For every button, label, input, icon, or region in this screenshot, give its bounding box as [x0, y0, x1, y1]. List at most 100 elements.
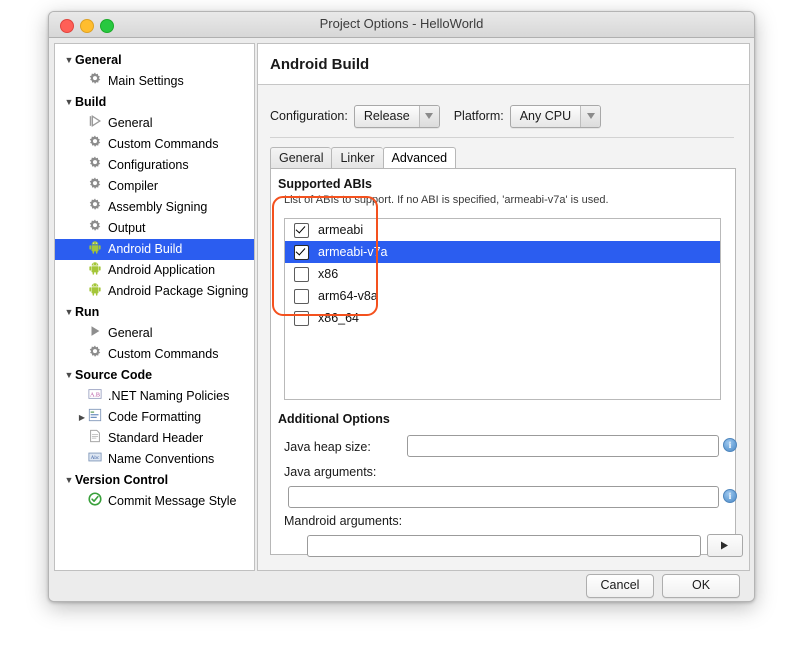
- cancel-button[interactable]: Cancel: [586, 574, 654, 598]
- sidebar-item-android-build[interactable]: Android Build: [55, 239, 254, 260]
- chevron-down-icon[interactable]: ▼: [63, 50, 75, 71]
- abi-list-item[interactable]: x86: [285, 263, 720, 285]
- sidebar-item-general[interactable]: General: [55, 113, 254, 134]
- chevron-down-icon[interactable]: ▼: [63, 302, 75, 323]
- abi-label: arm64-v8a: [318, 285, 378, 307]
- gear-icon: [88, 198, 104, 214]
- configuration-value: Release: [355, 106, 419, 127]
- supported-abis-title: Supported ABIs: [271, 169, 735, 191]
- configuration-row: Configuration: Release Platform: Any CPU: [270, 105, 615, 127]
- abi-label: x86_64: [318, 307, 359, 329]
- sidebar-item-assembly-signing[interactable]: Assembly Signing: [55, 197, 254, 218]
- chevron-right-icon[interactable]: ▶: [76, 407, 88, 428]
- sidebar-item-name-conventions[interactable]: AbcName Conventions: [55, 449, 254, 470]
- configuration-label: Configuration:: [270, 109, 348, 123]
- supported-abis-description: List of ABIs to support. If no ABI is sp…: [271, 191, 735, 206]
- sidebar-item-source-code[interactable]: ▼Source Code: [55, 365, 254, 386]
- advanced-tab-panel: Supported ABIs List of ABIs to support. …: [270, 168, 736, 555]
- screenshot-root: Project Options - HelloWorld ▼GeneralMai…: [0, 0, 800, 667]
- run-general-icon: [88, 114, 104, 130]
- project-options-window: Project Options - HelloWorld ▼GeneralMai…: [48, 11, 755, 602]
- sidebar-item-build[interactable]: ▼Build: [55, 92, 254, 113]
- configuration-dropdown[interactable]: Release: [354, 105, 440, 128]
- abi-checkbox[interactable]: [294, 245, 309, 260]
- platform-dropdown[interactable]: Any CPU: [510, 105, 601, 128]
- code-format-icon: [88, 408, 104, 424]
- gear-icon: [88, 72, 104, 88]
- chevron-down-icon[interactable]: ▼: [63, 92, 75, 113]
- java-arguments-input[interactable]: [288, 486, 719, 508]
- sidebar-item-version-control[interactable]: ▼Version Control: [55, 470, 254, 491]
- abi-checkbox[interactable]: [294, 223, 309, 238]
- window-titlebar[interactable]: Project Options - HelloWorld: [49, 12, 754, 38]
- sidebar-item-android-package-signing[interactable]: Android Package Signing: [55, 281, 254, 302]
- sidebar-item-configurations[interactable]: Configurations: [55, 155, 254, 176]
- settings-sidebar[interactable]: ▼GeneralMain Settings▼BuildGeneralCustom…: [54, 43, 255, 571]
- pane-header: Android Build: [258, 44, 749, 85]
- java-heap-size-label: Java heap size:: [284, 440, 371, 454]
- abi-checkbox[interactable]: [294, 267, 309, 282]
- sidebar-item-label: Version Control: [75, 473, 168, 487]
- android-icon: [88, 282, 104, 298]
- platform-value: Any CPU: [511, 106, 580, 127]
- sidebar-item-commit-message-style[interactable]: Commit Message Style: [55, 491, 254, 512]
- sidebar-item-label: Output: [108, 221, 146, 235]
- info-icon[interactable]: i: [723, 438, 737, 452]
- sidebar-item-general[interactable]: ▼General: [55, 50, 254, 71]
- mandroid-arguments-input[interactable]: [307, 535, 701, 557]
- abi-checkbox[interactable]: [294, 311, 309, 326]
- tab-general[interactable]: General: [270, 147, 331, 169]
- sidebar-item-label: Main Settings: [108, 74, 184, 88]
- gear-icon: [88, 156, 104, 172]
- svg-text:Abc: Abc: [91, 455, 100, 461]
- sidebar-item-custom-commands[interactable]: Custom Commands: [55, 344, 254, 365]
- chevron-down-icon: [580, 106, 600, 127]
- abi-label: x86: [318, 263, 338, 285]
- sidebar-item-label: Configurations: [108, 158, 189, 172]
- chevron-down-icon[interactable]: ▼: [63, 470, 75, 491]
- sidebar-item-label: Android Package Signing: [108, 284, 248, 298]
- window-body: ▼GeneralMain Settings▼BuildGeneralCustom…: [49, 38, 754, 601]
- sidebar-item-label: Run: [75, 305, 99, 319]
- gear-icon: [88, 219, 104, 235]
- sidebar-item-label: Android Application: [108, 263, 215, 277]
- abi-list-item[interactable]: armeabi: [285, 219, 720, 241]
- java-arguments-label: Java arguments:: [284, 465, 376, 479]
- info-icon[interactable]: i: [723, 489, 737, 503]
- java-heap-size-input[interactable]: [407, 435, 719, 457]
- sidebar-item-label: Standard Header: [108, 431, 203, 445]
- sidebar-item-general[interactable]: General: [55, 323, 254, 344]
- sidebar-item-compiler[interactable]: Compiler: [55, 176, 254, 197]
- sidebar-item-main-settings[interactable]: Main Settings: [55, 71, 254, 92]
- supported-abis-list[interactable]: armeabiarmeabi-v7ax86arm64-v8ax86_64: [284, 218, 721, 400]
- window-title: Project Options - HelloWorld: [49, 16, 754, 31]
- sidebar-item-code-formatting[interactable]: ▶ Code Formatting: [55, 407, 254, 428]
- sidebar-item-label: General: [75, 53, 122, 67]
- chevron-down-icon[interactable]: ▼: [63, 365, 75, 386]
- abi-list-item[interactable]: armeabi-v7a: [285, 241, 720, 263]
- sidebar-item-label: Android Build: [108, 242, 182, 256]
- tab-linker[interactable]: Linker: [331, 147, 382, 169]
- tab-advanced[interactable]: Advanced: [383, 147, 457, 169]
- mandroid-arguments-expand-button[interactable]: [707, 534, 743, 557]
- ab-icon: A.B: [88, 387, 104, 403]
- ok-button[interactable]: OK: [662, 574, 740, 598]
- abi-label: armeabi-v7a: [318, 241, 387, 263]
- abi-list-item[interactable]: x86_64: [285, 307, 720, 329]
- svg-text:A.B: A.B: [90, 393, 100, 399]
- sidebar-item-label: .NET Naming Policies: [108, 389, 229, 403]
- sidebar-item-custom-commands[interactable]: Custom Commands: [55, 134, 254, 155]
- sidebar-item-label: Source Code: [75, 368, 152, 382]
- android-icon: [88, 240, 104, 256]
- sidebar-item-label: Code Formatting: [108, 410, 201, 424]
- play-icon: [720, 541, 730, 550]
- abi-checkbox[interactable]: [294, 289, 309, 304]
- sidebar-item-label: Assembly Signing: [108, 200, 207, 214]
- abi-label: armeabi: [318, 219, 363, 241]
- abi-list-item[interactable]: arm64-v8a: [285, 285, 720, 307]
- sidebar-item-run[interactable]: ▼Run: [55, 302, 254, 323]
- sidebar-item-net-naming-policies[interactable]: A.B .NET Naming Policies: [55, 386, 254, 407]
- sidebar-item-android-application[interactable]: Android Application: [55, 260, 254, 281]
- sidebar-item-output[interactable]: Output: [55, 218, 254, 239]
- sidebar-item-standard-header[interactable]: Standard Header: [55, 428, 254, 449]
